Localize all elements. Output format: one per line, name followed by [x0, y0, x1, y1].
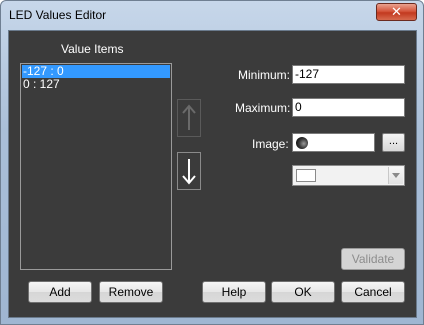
dropdown-arrow[interactable] [388, 167, 403, 184]
chevron-down-icon [392, 173, 400, 178]
image-field[interactable] [292, 133, 375, 152]
maximum-label: Maximum: [235, 101, 291, 115]
arrow-up-icon [182, 104, 196, 130]
cancel-button[interactable]: Cancel [341, 281, 405, 303]
title-bar[interactable]: LED Values Editor ✕ [1, 1, 423, 29]
dialog-window: LED Values Editor ✕ Value Items -127 : 0… [0, 0, 424, 325]
value-items-list[interactable]: -127 : 0 0 : 127 [20, 63, 172, 270]
remove-button[interactable]: Remove [99, 281, 163, 303]
image-label: Image: [252, 137, 289, 151]
ok-button[interactable]: OK [271, 281, 335, 303]
add-button[interactable]: Add [28, 281, 92, 303]
arrow-down-icon [182, 159, 196, 185]
minimum-field[interactable]: -127 [292, 65, 405, 84]
value-items-heading: Value Items [61, 42, 124, 56]
maximum-field[interactable]: 0 [292, 98, 405, 117]
list-item-label: 0 : 127 [23, 77, 60, 91]
color-swatch [296, 169, 316, 182]
dialog-body: Value Items -127 : 0 0 : 127 Minimum: -1… [8, 30, 417, 318]
list-item[interactable]: 0 : 127 [22, 78, 170, 91]
validate-button[interactable]: Validate [341, 248, 405, 270]
move-down-button[interactable] [177, 152, 201, 190]
color-dropdown[interactable] [292, 165, 405, 186]
minimum-label: Minimum: [238, 68, 291, 82]
window-title: LED Values Editor [9, 8, 107, 22]
list-item-label: -127 : 0 [23, 64, 64, 78]
help-button[interactable]: Help [202, 281, 266, 303]
browse-image-button[interactable]: ... [382, 133, 405, 152]
dark-led-icon [296, 137, 308, 149]
close-icon: ✕ [391, 4, 402, 19]
close-button[interactable]: ✕ [376, 3, 417, 21]
move-up-button[interactable] [177, 99, 201, 137]
